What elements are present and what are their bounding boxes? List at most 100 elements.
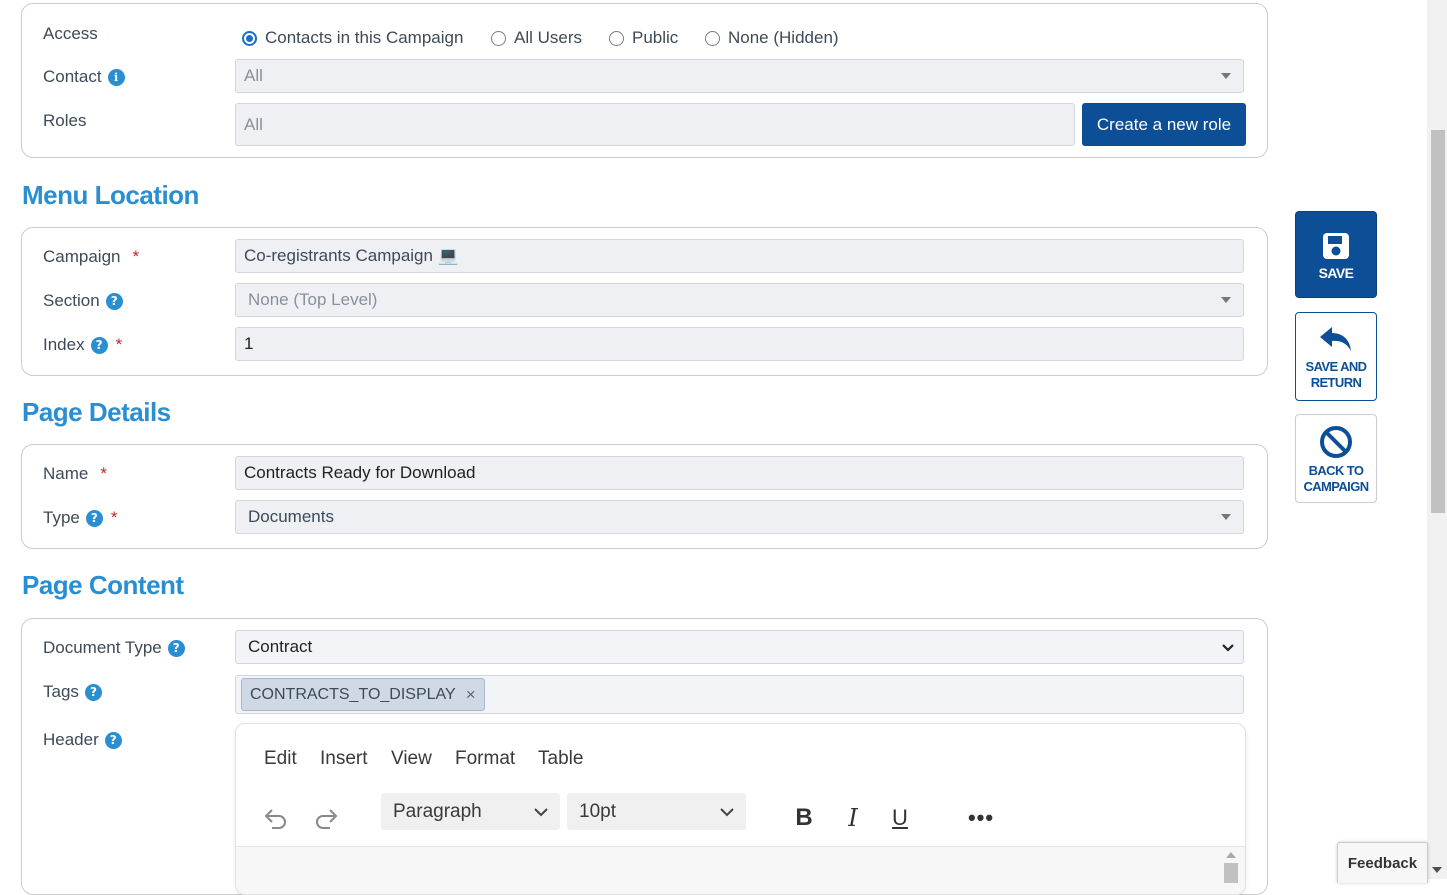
editor-menu-table[interactable]: Table: [538, 748, 583, 770]
document-type-label: Document Type ?: [43, 638, 185, 658]
italic-icon[interactable]: I: [839, 803, 867, 833]
editor-menu-format[interactable]: Format: [455, 748, 515, 770]
radio-indicator: [491, 30, 506, 46]
chevron-down-icon: [1221, 514, 1231, 520]
tag-chip: CONTRACTS_TO_DISPLAY ×: [241, 678, 485, 711]
page-content-heading: Page Content: [22, 570, 184, 600]
contact-select[interactable]: All: [235, 59, 1244, 93]
save-button[interactable]: SAVE: [1295, 211, 1377, 298]
bold-icon[interactable]: B: [790, 803, 818, 833]
create-role-label: Create a new role: [1096, 114, 1232, 134]
menu-location-panel: Campaign * Co-registrants Campaign 💻 Sec…: [21, 227, 1268, 376]
document-type-value: Contract: [248, 637, 313, 656]
menu-location-heading: Menu Location: [22, 180, 199, 210]
editor-scrollbar[interactable]: [1224, 848, 1238, 888]
contact-label: Contact i: [43, 67, 125, 87]
section-select[interactable]: None (Top Level): [235, 283, 1244, 317]
radio-indicator: [609, 30, 624, 46]
page-scrollbar[interactable]: [1427, 0, 1447, 879]
roles-input[interactable]: All: [235, 103, 1075, 146]
index-input[interactable]: 1: [235, 327, 1244, 361]
page-scroll-thumb[interactable]: [1431, 130, 1445, 513]
help-icon[interactable]: ?: [104, 731, 122, 749]
header-editor: Edit Insert View Format Table Paragraph …: [235, 723, 1246, 895]
help-icon[interactable]: ?: [85, 509, 103, 527]
redo-icon[interactable]: [312, 803, 342, 833]
chevron-down-icon: [1221, 297, 1231, 303]
name-input[interactable]: Contracts Ready for Download: [235, 456, 1244, 490]
campaign-label: Campaign *: [43, 247, 139, 267]
radio-all-users[interactable]: All Users: [491, 28, 582, 48]
help-icon[interactable]: ?: [90, 336, 108, 354]
radio-contacts-in-campaign[interactable]: Contacts in this Campaign: [242, 28, 463, 48]
editor-menu-view[interactable]: View: [391, 748, 432, 770]
roles-label: Roles: [43, 111, 87, 130]
block-format-value: Paragraph: [393, 800, 482, 822]
radio-label: None (Hidden): [728, 28, 839, 47]
block-format-select[interactable]: Paragraph: [381, 793, 560, 830]
page-content-panel: Document Type ? Contract Tags ? CONTRACT…: [21, 618, 1268, 895]
type-label-text: Type: [43, 508, 80, 527]
document-type-label-text: Document Type: [43, 638, 162, 657]
back-to-campaign-button[interactable]: BACK TO CAMPAIGN: [1295, 414, 1377, 503]
ban-icon: [1320, 426, 1352, 458]
scroll-thumb[interactable]: [1224, 863, 1238, 883]
editor-content-area[interactable]: [236, 846, 1245, 894]
index-label-text: Index: [43, 335, 85, 354]
more-icon[interactable]: •••: [964, 803, 998, 833]
editor-menu-edit[interactable]: Edit: [264, 748, 297, 770]
chevron-down-icon: [1222, 644, 1234, 652]
help-icon[interactable]: ?: [84, 683, 102, 701]
editor-menu-insert[interactable]: Insert: [320, 748, 368, 770]
required-marker: *: [132, 247, 140, 266]
save-label: SAVE: [1318, 265, 1354, 281]
name-label: Name *: [43, 464, 107, 484]
help-icon[interactable]: ?: [167, 639, 185, 657]
roles-input-value: All: [244, 114, 263, 134]
back-to-campaign-label-1: BACK TO: [1308, 463, 1364, 478]
back-to-campaign-label-2: CAMPAIGN: [1303, 479, 1369, 494]
radio-label: All Users: [514, 28, 583, 47]
help-icon[interactable]: ?: [105, 292, 123, 310]
access-label: Access: [43, 24, 98, 43]
create-role-button[interactable]: Create a new role: [1082, 103, 1246, 146]
scroll-down-arrow[interactable]: [1432, 867, 1442, 873]
chevron-down-icon: [534, 808, 548, 817]
campaign-value: Co-registrants Campaign 💻: [244, 246, 459, 265]
font-size-select[interactable]: 10pt: [567, 793, 746, 830]
radio-none-hidden[interactable]: None (Hidden): [705, 28, 839, 48]
section-select-value: None (Top Level): [248, 290, 378, 309]
feedback-tab[interactable]: Feedback: [1337, 842, 1428, 883]
header-label-text: Header: [43, 730, 99, 749]
page-details-heading: Page Details: [22, 397, 171, 427]
radio-public[interactable]: Public: [609, 28, 678, 48]
tags-label-text: Tags: [43, 682, 79, 701]
reply-arrow-icon: [1320, 327, 1351, 351]
contact-select-value: All: [244, 66, 263, 85]
section-label-text: Section: [43, 291, 100, 310]
underline-icon[interactable]: U: [886, 803, 914, 833]
name-label-text: Name: [43, 464, 89, 483]
chevron-down-icon: [1221, 73, 1231, 79]
close-icon[interactable]: ×: [466, 685, 476, 705]
save-and-return-label-1: SAVE AND: [1305, 359, 1368, 374]
feedback-label: Feedback: [1347, 854, 1418, 872]
section-label: Section ?: [43, 291, 123, 311]
info-icon[interactable]: i: [107, 68, 125, 86]
radio-indicator: [705, 30, 720, 46]
chevron-down-icon: [720, 808, 734, 817]
contact-label-text: Contact: [43, 67, 102, 86]
type-label: Type ? *: [43, 508, 117, 528]
type-select[interactable]: Documents: [235, 500, 1244, 534]
undo-icon[interactable]: [260, 803, 290, 833]
save-and-return-button[interactable]: SAVE AND RETURN: [1295, 312, 1377, 401]
index-value: 1: [244, 334, 254, 353]
type-select-value: Documents: [248, 507, 334, 526]
document-type-select[interactable]: Contract: [235, 630, 1244, 664]
tags-label: Tags ?: [43, 682, 102, 702]
radio-label: Contacts in this Campaign: [265, 28, 464, 47]
campaign-label-text: Campaign: [43, 247, 121, 266]
tags-input[interactable]: CONTRACTS_TO_DISPLAY ×: [235, 675, 1244, 714]
floppy-disk-icon: [1323, 233, 1349, 259]
scroll-up-arrow[interactable]: [1226, 852, 1236, 858]
